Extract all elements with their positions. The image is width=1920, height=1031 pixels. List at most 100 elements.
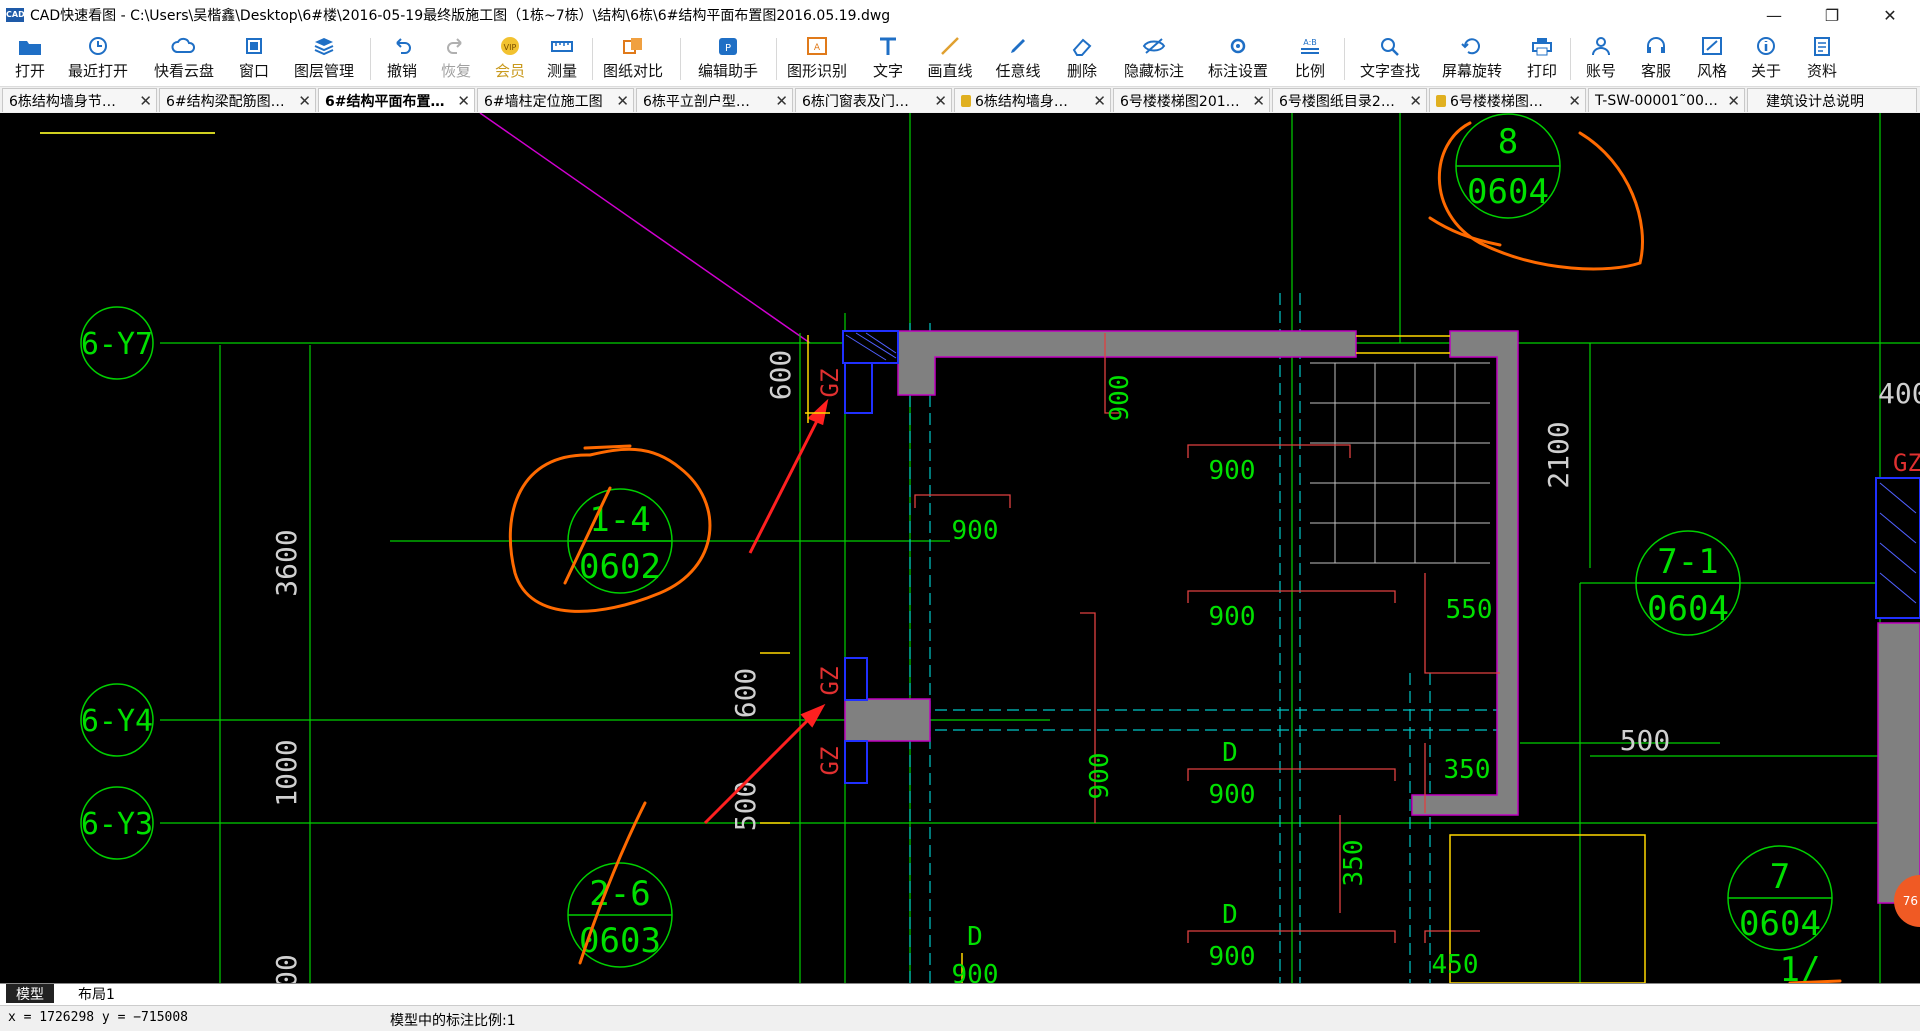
stair-grid (1310, 362, 1490, 564)
cloud-button[interactable]: 快看云盘 (148, 30, 220, 86)
freehand-button[interactable]: 任意线 (992, 30, 1044, 86)
axis-labels: 6-Y7 6-Y4 6-Y3 (81, 327, 153, 842)
tab-doc-8[interactable]: 6号楼楼梯图201… ✕ (1113, 88, 1270, 112)
d-label: D (1222, 900, 1238, 930)
draw-line-label: 画直线 (927, 62, 973, 80)
measure-button[interactable]: 测量 (540, 30, 584, 86)
tab-close-icon[interactable]: ✕ (1252, 92, 1265, 110)
tab-label: 建筑设计总说明 (1766, 93, 1864, 110)
headset-icon (1647, 37, 1665, 53)
toolbar-separator (1570, 38, 1571, 80)
document-tab-bar: 6栋结构墙身节… ✕ 6#结构梁配筋图… ✕ 6#结构平面布置… ✕ 6#墙柱定位施工… (0, 87, 1920, 114)
tab-doc-9[interactable]: 6号楼图纸目录2… ✕ (1272, 88, 1427, 112)
printer-icon (1532, 38, 1552, 56)
account-button[interactable]: 账号 (1578, 30, 1624, 86)
edit-assistant-button[interactable]: P 编辑助手 (692, 30, 764, 86)
open-button[interactable]: 打开 (10, 30, 50, 86)
tab-doc-6[interactable]: 6栋门窗表及门… ✕ (795, 88, 952, 112)
tab-close-icon[interactable]: ✕ (1093, 92, 1106, 110)
hide-dimension-button[interactable]: 隐藏标注 (1118, 30, 1190, 86)
tab-doc-12[interactable]: 建筑设计总说明 (1747, 88, 1917, 112)
section-top: 7 (1770, 857, 1790, 897)
dim-text: 900 (1085, 753, 1115, 800)
close-button[interactable]: ✕ (1861, 0, 1919, 30)
tab-close-icon[interactable]: ✕ (616, 92, 629, 110)
draw-line-button[interactable]: 画直线 (924, 30, 976, 86)
freehand-label: 任意线 (995, 62, 1041, 80)
minimize-button[interactable]: — (1745, 0, 1803, 30)
text-button[interactable]: 文字 (866, 30, 910, 86)
recent-label: 最近打开 (67, 62, 128, 80)
support-label: 客服 (1640, 62, 1671, 80)
section-labels: 1-4 0602 2-6 0603 8 0604 7-1 0604 7 0604… (579, 122, 1821, 983)
tab-close-icon[interactable]: ✕ (1409, 92, 1422, 110)
shape-recognize-button[interactable]: A 图形识别 (786, 30, 848, 86)
toolbar-separator (1344, 38, 1345, 80)
tab-close-icon[interactable]: ✕ (298, 92, 311, 110)
info-icon (1757, 37, 1775, 55)
drawing-canvas[interactable]: 6-Y7 6-Y4 6-Y3 3600 1000 00 600 600 500 … (0, 113, 1920, 983)
redo-icon (447, 38, 462, 54)
tab-close-icon[interactable]: ✕ (457, 92, 470, 110)
recent-button[interactable]: 最近打开 (62, 30, 134, 86)
dim-text: 600 (729, 668, 762, 719)
account-label: 账号 (1585, 62, 1616, 80)
tab-close-icon[interactable]: ✕ (139, 92, 152, 110)
dimension-settings-button[interactable]: 标注设置 (1202, 30, 1274, 86)
dimension-settings-icon (1230, 38, 1246, 54)
section-bottom: 0604 (1467, 172, 1549, 212)
rotate-screen-button[interactable]: 屏幕旋转 (1436, 30, 1508, 86)
dimension-settings-label: 标注设置 (1207, 62, 1268, 80)
about-button[interactable]: 关于 (1744, 30, 1788, 86)
delete-button[interactable]: 删除 (1062, 30, 1102, 86)
cloud-icon (171, 37, 196, 53)
compare-button[interactable]: 图纸对比 (602, 30, 664, 86)
tab-label: 6#墙柱定位施工图 (484, 93, 603, 110)
shape-recognize-label: 图形识别 (786, 62, 847, 80)
dim-text: 550 (1446, 595, 1493, 625)
window-button[interactable]: 窗口 (232, 30, 276, 86)
style-button[interactable]: 风格 (1690, 30, 1734, 86)
tab-close-icon[interactable]: ✕ (1727, 92, 1740, 110)
hidden-lines (909, 293, 1500, 983)
about-label: 关于 (1750, 62, 1781, 80)
restore-button[interactable]: ❐ (1803, 0, 1861, 30)
markup-arrows (703, 398, 829, 825)
support-button[interactable]: 客服 (1634, 30, 1678, 86)
markup-annotations (508, 121, 1842, 983)
scale-button[interactable]: A:B 比例 (1288, 30, 1332, 86)
undo-button[interactable]: 撤销 (380, 30, 424, 86)
tab-model[interactable]: 模型 (6, 984, 54, 1003)
redo-button[interactable]: 恢复 (434, 30, 478, 86)
scale-label: 比例 (1294, 62, 1325, 80)
tab-close-icon[interactable]: ✕ (934, 92, 947, 110)
tab-doc-5[interactable]: 6栋平立剖户型… ✕ (636, 88, 793, 112)
tab-doc-1[interactable]: 6栋结构墙身节… ✕ (2, 88, 157, 112)
tab-doc-10[interactable]: 6号楼楼梯图… ✕ (1429, 88, 1586, 112)
text-icon (880, 37, 896, 55)
svg-text:A: A (814, 43, 821, 53)
dim-text: 500 (1620, 724, 1671, 757)
print-button[interactable]: 打印 (1520, 30, 1564, 86)
vip-button[interactable]: VIP 会员 (488, 30, 532, 86)
resources-label: 资料 (1806, 62, 1837, 80)
tab-close-icon[interactable]: ✕ (775, 92, 788, 110)
text-search-button[interactable]: 文字查找 (1354, 30, 1426, 86)
tab-doc-7[interactable]: 6栋结构墙身… ✕ (954, 88, 1111, 112)
gz-labels: GZ GZ GZ GZ (816, 369, 1920, 776)
section-top: 1-4 (589, 500, 650, 540)
resources-button[interactable]: 资料 (1800, 30, 1844, 86)
text-search-label: 文字查找 (1359, 62, 1420, 80)
style-icon (1702, 37, 1722, 55)
tab-layout1[interactable]: 布局1 (68, 984, 125, 1003)
layer-manager-button[interactable]: 图层管理 (288, 30, 360, 86)
tab-doc-3-active[interactable]: 6#结构平面布置… ✕ (318, 88, 475, 112)
tab-doc-4[interactable]: 6#墙柱定位施工图 ✕ (477, 88, 634, 112)
tab-close-icon[interactable]: ✕ (1568, 92, 1581, 110)
pen-icon (1011, 39, 1025, 53)
tab-doc-2[interactable]: 6#结构梁配筋图… ✕ (159, 88, 316, 112)
tab-label: 6号楼图纸目录2… (1279, 93, 1395, 110)
rotate-screen-label: 屏幕旋转 (1441, 62, 1502, 80)
walls (844, 330, 1920, 904)
tab-doc-11[interactable]: T-SW-00001˜00… ✕ (1588, 88, 1745, 112)
